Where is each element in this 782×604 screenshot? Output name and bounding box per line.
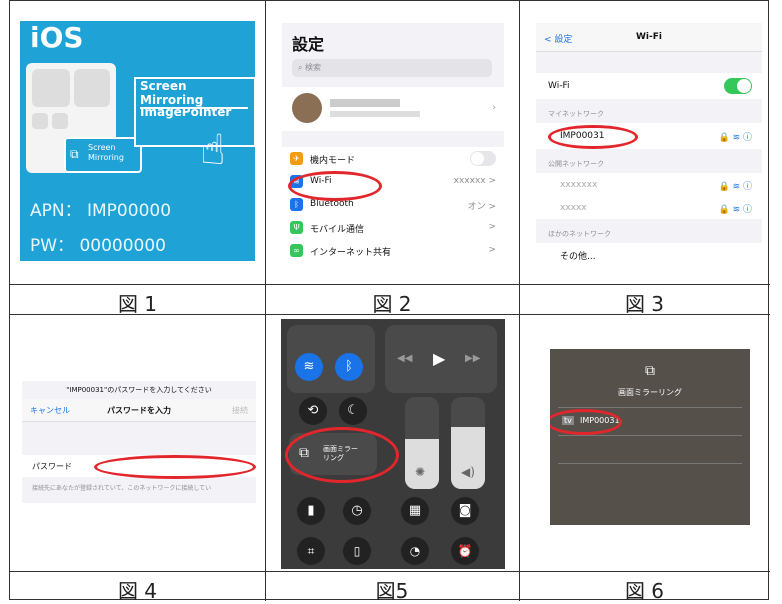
highlight-circle: [548, 125, 638, 149]
highlight-circle: [94, 455, 256, 479]
grid-divider: [10, 284, 770, 285]
network-row[interactable]: xxxxx 🔒 ≋ ⓘ: [536, 196, 762, 219]
qr-scanner-icon[interactable]: ⌗: [297, 537, 325, 565]
highlight-circle: [288, 171, 382, 201]
highlight-circle: [285, 427, 399, 483]
caption-fig2: 図 2: [372, 292, 412, 316]
row-label: インターネット共有: [310, 248, 392, 258]
nav-bar: キャンセル パスワードを入力 接続: [22, 399, 256, 422]
moon-icon[interactable]: ☾: [339, 397, 367, 425]
info-icon[interactable]: 🔒 ≋ ⓘ: [719, 179, 752, 192]
caption-fig3: 図 3: [624, 292, 665, 316]
mirroring-icon: ⧉: [645, 363, 655, 379]
tile-label: Screen Mirroring: [88, 143, 124, 162]
play-icon[interactable]: ▶: [433, 349, 445, 368]
public-networks-header: 公開ネットワーク: [548, 160, 604, 168]
caption-fig4: 図 4: [117, 579, 158, 603]
airplane-toggle[interactable]: [470, 151, 496, 166]
wifi-label: Wi-Fi: [548, 81, 570, 91]
network-name: xxxxxxx: [560, 180, 598, 190]
row-value: >: [488, 222, 496, 232]
settings-row-hotspot[interactable]: ∞ インターネット共有 >: [282, 239, 504, 262]
camera-icon[interactable]: ◙: [451, 497, 479, 525]
info-icon[interactable]: 🔒 ≋ ⓘ: [719, 202, 752, 215]
footer-note: 接続先にあなたが登録されていて、このネットワークに接続してい: [32, 485, 212, 492]
nav-bar: < 設定 Wi-Fi: [536, 23, 762, 52]
settings-list: ✈ 機内モード ≋ Wi-Fi xxxxxx > ᛒ Bluetooth オン …: [282, 147, 504, 265]
calculator-icon[interactable]: ▦: [401, 497, 429, 525]
avatar: [292, 93, 322, 123]
alarm-icon[interactable]: ⏰: [451, 537, 479, 565]
pointing-hand-icon: ☝: [200, 125, 226, 174]
chevron-right-icon: ›: [492, 103, 496, 113]
public-networks-list: xxxxxxx 🔒 ≋ ⓘ xxxxx 🔒 ≋ ⓘ: [536, 173, 762, 219]
forward-icon[interactable]: ▶▶: [465, 353, 480, 364]
airplane-icon: ✈: [290, 152, 303, 165]
row-value: オン >: [467, 202, 496, 212]
settings-row-airplane[interactable]: ✈ 機内モード: [282, 147, 504, 170]
other-label: その他...: [560, 252, 596, 262]
password-label: パスワード: [32, 462, 72, 471]
other-row[interactable]: その他...: [536, 243, 762, 265]
settings-screen: 設定 ⌕ 検索 › ✈ 機内モード ≋ Wi-Fi xxxxxx > ᛒ Blu…: [282, 23, 504, 265]
sun-icon: ✺: [415, 465, 426, 479]
remote-icon[interactable]: ▯: [343, 537, 371, 565]
rewind-icon[interactable]: ◀◀: [397, 353, 412, 364]
grid-divider: [10, 571, 770, 572]
connectivity-tile: ≋ ᛒ: [287, 325, 375, 393]
ios-title: iOS: [30, 21, 84, 54]
row-label: 機内モード: [310, 156, 356, 166]
link-icon: ∞: [290, 244, 303, 257]
stopwatch-icon[interactable]: ◔: [401, 537, 429, 565]
wifi-toggle-row: Wi-Fi: [536, 73, 762, 99]
row-value: xxxxxx >: [453, 176, 496, 186]
search-placeholder: 検索: [305, 63, 322, 72]
app-name: ImagePointer: [140, 105, 232, 119]
timer-icon[interactable]: ◷: [343, 497, 371, 525]
row-value: >: [488, 245, 496, 255]
flashlight-icon[interactable]: ▮: [297, 497, 325, 525]
brightness-slider[interactable]: ✺: [405, 397, 439, 489]
search-input[interactable]: ⌕ 検索: [292, 59, 492, 77]
figure-grid: 図 1 図 2 図 3 図 4 図5 図 6 iOS ⧉ Screen Mirr…: [9, 0, 770, 603]
row-label: モバイル通信: [310, 225, 365, 235]
mirroring-screen: ⧉ 画面ミラーリング tv IMP00031: [550, 349, 750, 525]
password-text: PW： 00000000: [30, 236, 166, 256]
caption-fig6: 図 6: [624, 579, 665, 603]
search-icon: ⌕: [298, 63, 303, 72]
callout-bubble: Screen Mirroring ImagePointer: [134, 77, 256, 147]
info-icon[interactable]: 🔒 ≋ ⓘ: [719, 130, 752, 143]
speaker-icon: ◀): [461, 465, 475, 479]
wifi-toggle[interactable]: [724, 78, 752, 94]
join-button[interactable]: 接続: [232, 405, 248, 416]
settings-row-cellular[interactable]: Ψ モバイル通信 >: [282, 216, 504, 239]
bluetooth-icon: ᛒ: [290, 198, 303, 211]
network-row[interactable]: xxxxxxx 🔒 ≋ ⓘ: [536, 173, 762, 196]
wifi-icon[interactable]: ≋: [295, 353, 323, 381]
settings-title: 設定: [292, 35, 325, 54]
mirroring-title: 画面ミラーリング: [618, 388, 682, 397]
nav-title: パスワードを入力: [107, 406, 171, 415]
caption-fig5: 図5: [375, 579, 409, 603]
control-center-screen: ≋ ᛒ ◀◀ ▶ ▶▶ ⟲ ☾ ⧉ 画面ミラー リング ✺ ◀) ▮ ◷ ▦ ◙…: [281, 319, 505, 569]
rotation-lock-icon[interactable]: ⟲: [299, 397, 327, 425]
antenna-icon: Ψ: [290, 221, 303, 234]
other-networks-header: ほかのネットワーク: [548, 230, 611, 238]
mirroring-icon: ⧉: [70, 147, 79, 161]
bluetooth-icon[interactable]: ᛒ: [335, 353, 363, 381]
network-name: xxxxx: [560, 203, 587, 213]
volume-slider[interactable]: ◀): [451, 397, 485, 489]
password-screen: "IMP00031"のパスワードを入力してください キャンセル パスワードを入力…: [22, 381, 256, 503]
panel-ios-instructions: iOS ⧉ Screen Mirroring Screen Mirroring …: [20, 21, 256, 261]
media-tile: ◀◀ ▶ ▶▶: [385, 325, 497, 393]
caption-fig1: 図 1: [117, 292, 158, 316]
screen-mirroring-tile: ⧉ Screen Mirroring: [64, 137, 142, 173]
password-prompt: "IMP00031"のパスワードを入力してください: [66, 386, 212, 394]
my-networks-header: マイネットワーク: [548, 110, 604, 118]
nav-title: Wi-Fi: [636, 32, 662, 42]
wifi-screen: < 設定 Wi-Fi Wi-Fi マイネットワーク IMP00031 🔒 ≋ ⓘ…: [536, 23, 762, 265]
apn-text: APN： IMP00000: [30, 201, 172, 221]
apple-id-row[interactable]: ›: [282, 87, 504, 131]
